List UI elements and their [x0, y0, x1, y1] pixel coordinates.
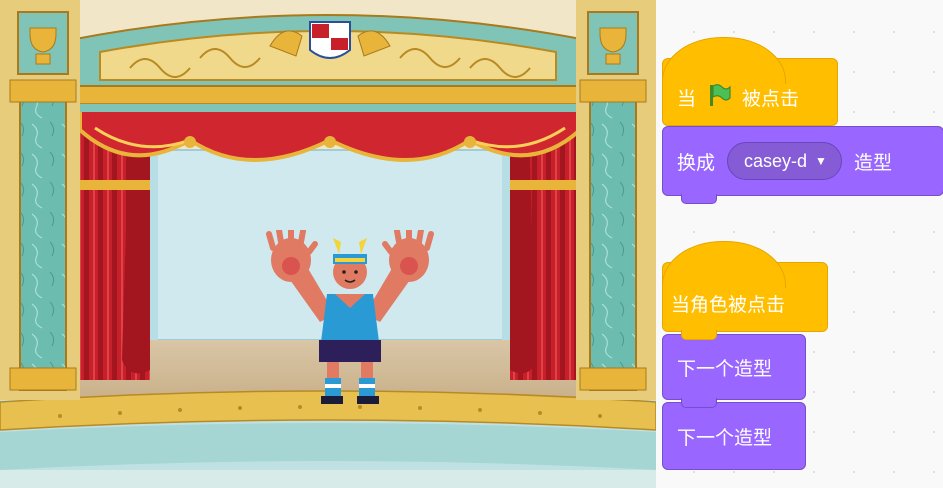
stage[interactable]: [0, 0, 656, 488]
hat-prefix-label: 当: [677, 87, 697, 110]
switch-costume-prefix: 换成: [677, 151, 716, 174]
when-sprite-clicked-label: 当角色被点击: [671, 293, 786, 316]
casey-sprite[interactable]: [265, 230, 435, 410]
next-costume-label-1: 下一个造型: [677, 357, 773, 380]
code-area[interactable]: 当 被点击 换成 casey-d ▼ 造型 当角色被点击 下一个造型 下一个造型: [656, 0, 943, 488]
green-flag-icon: [706, 82, 732, 113]
hat-suffix-label: 被点击: [742, 87, 800, 110]
costume-dropdown-value: casey-d: [744, 150, 808, 171]
costume-dropdown[interactable]: casey-d ▼: [727, 142, 842, 180]
next-costume-label-2: 下一个造型: [677, 426, 773, 449]
dropdown-arrow-icon: ▼: [815, 154, 827, 168]
next-costume-block-2[interactable]: 下一个造型: [662, 402, 806, 470]
switch-costume-block[interactable]: 换成 casey-d ▼ 造型: [662, 126, 943, 204]
next-costume-block-1[interactable]: 下一个造型: [662, 334, 806, 408]
switch-costume-suffix: 造型: [853, 151, 892, 174]
when-flag-clicked-block[interactable]: 当 被点击: [662, 37, 838, 126]
when-sprite-clicked-block[interactable]: 当角色被点击: [662, 241, 828, 340]
